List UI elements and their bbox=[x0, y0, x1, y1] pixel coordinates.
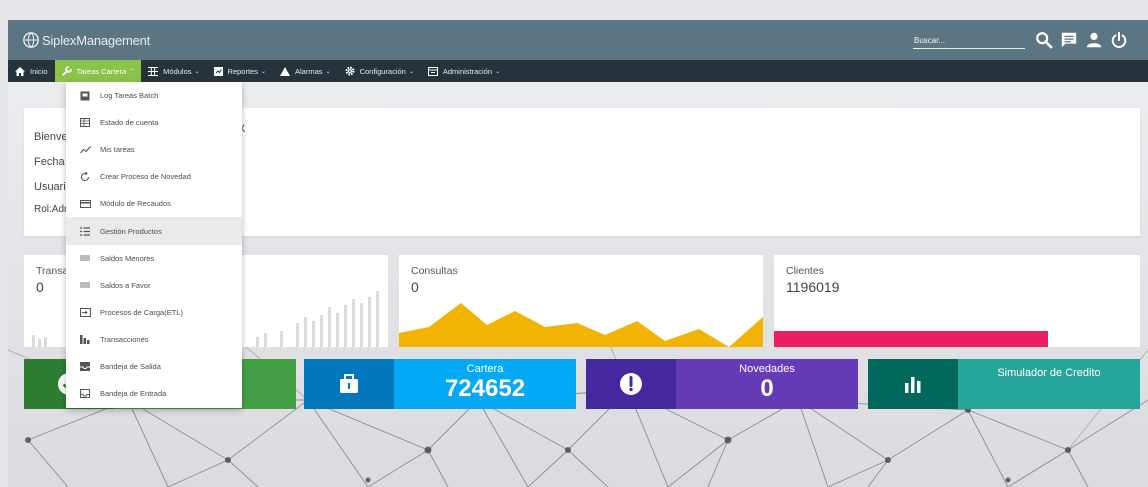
warning-icon bbox=[280, 66, 291, 76]
consultas-area-chart bbox=[399, 303, 763, 347]
login-icon bbox=[78, 307, 92, 317]
table-icon bbox=[78, 118, 92, 128]
nav-item-configuracion[interactable]: Configuración ⌄ bbox=[338, 60, 421, 82]
brand-name: SiplexManagement bbox=[42, 32, 151, 48]
search-icon[interactable] bbox=[1034, 30, 1054, 50]
report-icon bbox=[213, 66, 223, 76]
trend-icon bbox=[78, 145, 92, 154]
nav-item-modulos[interactable]: Módulos ⌄ bbox=[141, 60, 206, 82]
globe-icon bbox=[23, 32, 39, 48]
power-icon[interactable] bbox=[1109, 30, 1129, 50]
clientes-progress-bar bbox=[774, 331, 1048, 347]
card-icon bbox=[78, 199, 92, 208]
batch-icon bbox=[78, 91, 92, 101]
grid-icon bbox=[148, 66, 159, 76]
briefcase-icon bbox=[304, 359, 394, 409]
chevron-down-icon: ⌄ bbox=[495, 68, 501, 75]
chevron-up-icon: ⌃ bbox=[129, 68, 135, 75]
tile-body: Simulador de Credito bbox=[958, 359, 1140, 409]
menu-item-bandeja-salida[interactable]: Bandeja de Salida bbox=[66, 353, 242, 380]
lines-icon bbox=[78, 255, 92, 261]
menu-item-procesos-carga-etl[interactable]: Procesos de Carga(ETL) bbox=[66, 299, 242, 326]
tile-body: Novedades 0 bbox=[676, 359, 858, 409]
stat-card-consultas: Consultas 0 bbox=[399, 255, 763, 347]
nav-item-inicio[interactable]: Inicio bbox=[8, 60, 55, 82]
nav-item-alarmas[interactable]: Alarmas ⌄ bbox=[273, 60, 338, 82]
stat-value: 1196019 bbox=[786, 279, 840, 295]
stat-card-clientes: Clientes 1196019 bbox=[774, 255, 1140, 347]
main-nav: Inicio Tareas Cartera ⌃ Módulos ⌄ Reportes… bbox=[8, 60, 1148, 82]
welcome-greeting: Bienve TEX bbox=[34, 123, 245, 143]
menu-item-crear-proceso-novedad[interactable]: Crear Proceso de Novedad bbox=[66, 163, 242, 190]
inbox-out-icon bbox=[78, 361, 92, 371]
tile-cartera[interactable]: Cartera 724652 bbox=[304, 359, 576, 409]
tile-novedades[interactable]: Novedades 0 bbox=[586, 359, 858, 409]
nav-item-tareas-cartera[interactable]: Tareas Cartera ⌃ bbox=[54, 60, 142, 82]
menu-item-gestion-productos[interactable]: Gestión Productos bbox=[66, 217, 242, 245]
tile-simulador-credito[interactable]: Simulador de Credito bbox=[868, 359, 1140, 409]
nav-item-reportes[interactable]: Reportes ⌄ bbox=[207, 60, 273, 82]
stat-title: Clientes bbox=[786, 265, 824, 277]
tile-body: Cartera 724652 bbox=[394, 359, 576, 409]
welcome-date: Fecha bbox=[34, 156, 65, 168]
menu-item-saldos-menores[interactable]: Saldos Menores bbox=[66, 245, 242, 272]
chevron-down-icon: ⌄ bbox=[408, 68, 414, 75]
stat-value: 0 bbox=[411, 279, 419, 295]
admin-icon bbox=[427, 66, 438, 76]
home-icon bbox=[15, 66, 25, 76]
menu-item-estado-de-cuenta[interactable]: Estado de cuenta bbox=[66, 109, 242, 136]
menu-item-bandeja-entrada[interactable]: Bandeja de Entrada bbox=[66, 380, 242, 407]
tareas-cartera-dropdown: Log Tareas Batch Estado de cuenta Mis ta… bbox=[66, 82, 242, 408]
menu-item-transacciones[interactable]: Transacciones bbox=[66, 326, 242, 353]
app-frame: SiplexManagement Inicio Tareas Cartera⌃ bbox=[8, 20, 1148, 487]
alert-circle-icon bbox=[586, 359, 676, 409]
gear-icon bbox=[345, 66, 355, 76]
menu-item-log-tareas-batch[interactable]: Log Tareas Batch bbox=[66, 82, 242, 109]
bar-chart-icon bbox=[868, 359, 958, 409]
stat-title: Consultas bbox=[411, 265, 458, 277]
nav-item-administracion[interactable]: Administración ⌄ bbox=[421, 60, 507, 82]
chat-icon[interactable] bbox=[1059, 30, 1079, 50]
inbox-in-icon bbox=[78, 389, 92, 399]
bars-icon bbox=[78, 334, 92, 344]
search-input[interactable] bbox=[913, 33, 1026, 45]
menu-item-modulo-recaudos[interactable]: Módulo de Recaudos bbox=[66, 190, 242, 217]
refresh-icon bbox=[78, 171, 92, 182]
brand-logo[interactable]: SiplexManagement bbox=[22, 29, 150, 51]
list-icon bbox=[78, 226, 92, 236]
lines-icon bbox=[78, 282, 92, 288]
chevron-down-icon: ⌄ bbox=[194, 68, 200, 75]
menu-item-saldos-a-favor[interactable]: Saldos a Favor bbox=[66, 272, 242, 299]
wrench-icon bbox=[61, 66, 72, 76]
chevron-down-icon: ⌄ bbox=[260, 68, 267, 75]
menu-item-mis-tareas[interactable]: Mis tareas bbox=[66, 136, 242, 163]
search-box[interactable] bbox=[913, 30, 1026, 49]
top-header: SiplexManagement bbox=[8, 20, 1148, 60]
user-icon[interactable] bbox=[1084, 30, 1104, 50]
chevron-down-icon: ⌄ bbox=[325, 68, 331, 75]
